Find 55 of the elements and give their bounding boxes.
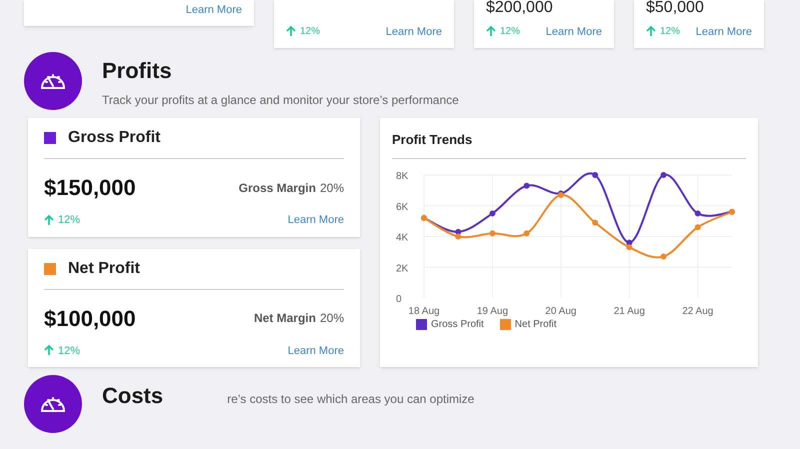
card-title: Net Profit [68,258,140,278]
arrow-up-icon [44,345,54,356]
legend-label: Net Profit [514,318,556,332]
card-title: Gross Profit [68,128,160,148]
chart-title: Profit Trends [392,130,746,158]
section-subtitle: Track your profits at a glance and monitor your store’s performance [102,92,459,108]
axis-label: 21 Aug [614,306,645,316]
learn-more-link[interactable]: Learn More [386,24,442,40]
learn-more-link[interactable]: Learn More [288,212,344,228]
learn-more-link[interactable]: Learn More [288,342,344,359]
axis-label: 20 Aug [545,306,576,316]
margin-label: Net Margin [254,310,316,327]
change-percent: 12% [58,213,80,228]
learn-more-link[interactable]: Learn More [546,24,602,40]
learn-more-link[interactable]: Learn More [696,24,752,40]
speedometer-icon [40,394,66,414]
data-point [694,210,701,216]
data-point [489,230,496,236]
arrow-up-icon [286,26,296,38]
change-percent: 12% [300,25,320,40]
speedometer-icon [40,71,66,91]
arrow-up-icon [44,214,54,226]
section-title: Costs [102,382,164,410]
legend-label: Gross Profit [431,318,484,332]
data-point [660,253,667,259]
data-point [489,210,496,216]
section-title: Profits [102,56,173,84]
margin-value: 20% [320,310,344,327]
arrow-up-icon [486,26,496,38]
axis-label: 18 Aug [408,306,440,316]
margin-label: Gross Margin [238,180,316,196]
data-point [592,219,598,226]
axis-label: 2K [396,262,408,274]
axis-label: 0 [396,294,402,304]
change-percent: 12% [58,344,80,358]
card-value: $50,000 [646,0,705,18]
data-point [660,172,667,178]
axis-label: 6K [396,201,408,212]
section-subtitle: re’s costs to see which areas you can optimize [227,391,474,408]
change-percent: 12% [500,25,520,40]
axis-label: 8K [396,170,408,182]
data-point [524,230,530,236]
data-point [524,182,530,188]
axis-label: 4K [396,232,408,243]
change-percent: 12% [660,25,680,40]
card-value: $150,000 [44,174,136,202]
learn-more-link[interactable]: Learn More [186,2,242,18]
axis-label: 22 Aug [682,306,714,316]
card-value: $200,000 [486,0,554,18]
card-value: $100,000 [44,304,136,332]
arrow-up-icon [646,26,656,38]
data-point [592,172,598,178]
axis-label: 19 Aug [476,306,508,316]
data-point [694,224,701,230]
margin-value: 20% [320,180,344,196]
